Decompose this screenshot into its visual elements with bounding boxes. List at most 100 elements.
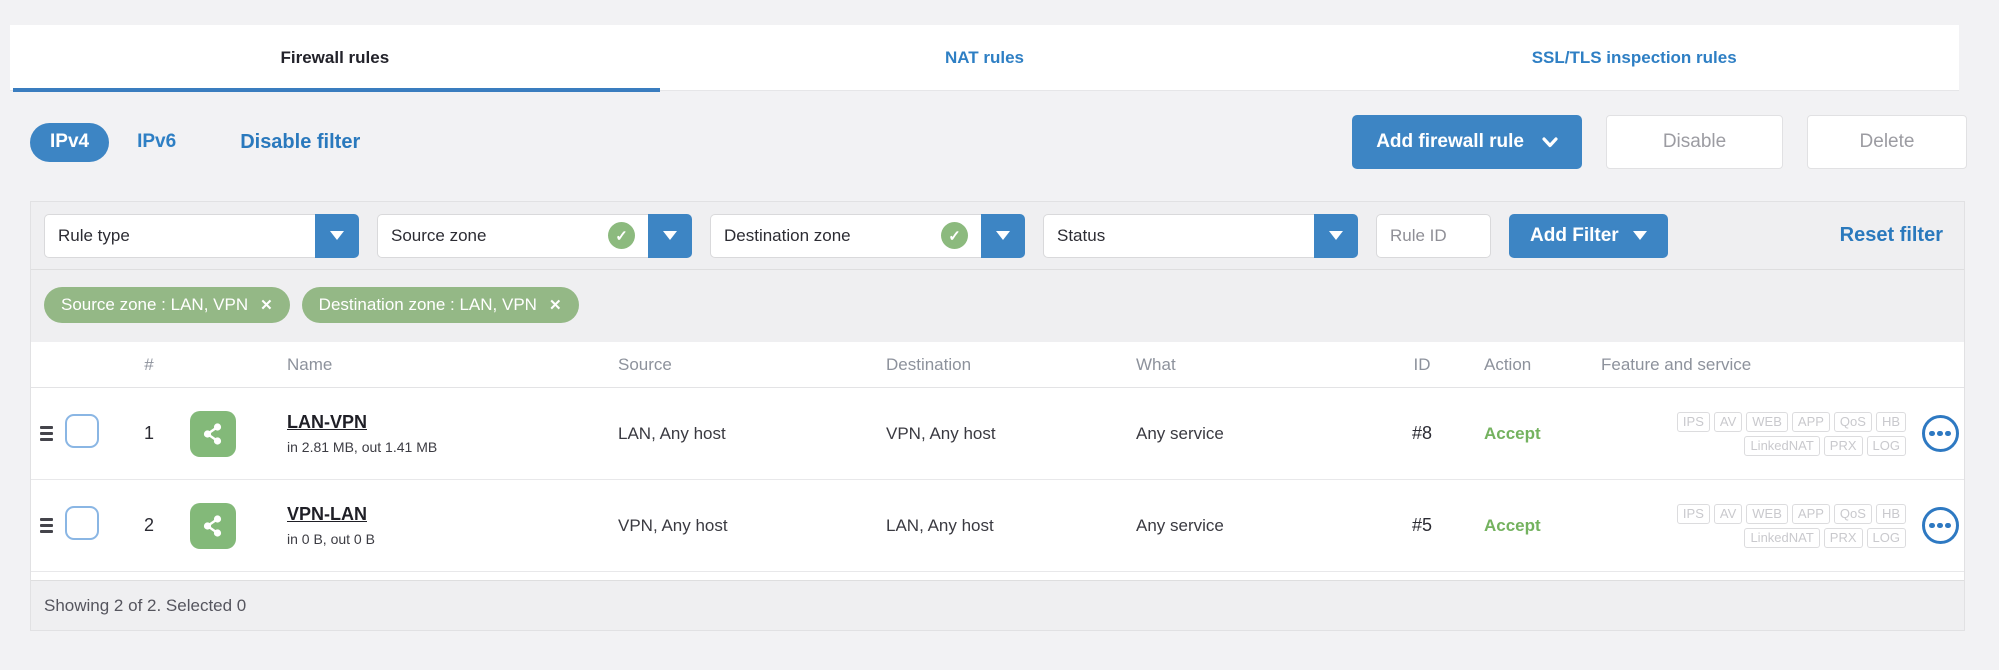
rule-type-dropdown-button[interactable]	[315, 213, 359, 258]
row-checkbox[interactable]	[65, 414, 99, 448]
filter-bar: Rule type Source zone ✓ Destination zone…	[31, 202, 1964, 270]
disable-button[interactable]: Disable	[1606, 115, 1783, 169]
rule-destination: LAN, Any host	[886, 515, 994, 535]
tab-firewall-rules[interactable]: Firewall rules	[10, 25, 660, 92]
share-icon	[203, 514, 222, 537]
tab-nat-rules[interactable]: NAT rules	[660, 25, 1310, 90]
remove-filter-icon[interactable]: ✕	[260, 296, 273, 314]
row-menu-ellipsis-icon[interactable]	[1921, 415, 1959, 452]
filter-applied-check-icon: ✓	[608, 222, 635, 249]
header-name: Name	[287, 354, 333, 374]
source-zone-dropdown-button[interactable]	[648, 213, 692, 258]
rule-action: Accept	[1484, 423, 1541, 443]
badge-ips: IPS	[1676, 411, 1710, 432]
rule-name-link[interactable]: LAN-VPN	[287, 412, 618, 433]
caret-down-icon	[330, 231, 344, 240]
badge-web: WEB	[1746, 411, 1788, 432]
rule-destination: VPN, Any host	[886, 423, 996, 443]
rule-id-input[interactable]	[1376, 213, 1491, 258]
destination-zone-dropdown-button[interactable]	[981, 213, 1025, 258]
reset-filter-link[interactable]: Reset filter	[1840, 224, 1951, 247]
badge-hb: HB	[1875, 411, 1906, 432]
table-row: 2 VPN-LAN in 0 B, out 0 B VPN, Any host …	[31, 480, 1964, 572]
feature-badges: IPS AV WEB APP QoS HB LinkedNAT PRX LOG	[1601, 503, 1906, 548]
filter-applied-check-icon: ✓	[941, 222, 968, 249]
badge-prx: PRX	[1823, 435, 1863, 456]
rule-share-icon[interactable]	[190, 410, 236, 457]
badge-prx: PRX	[1823, 527, 1863, 548]
rule-share-icon[interactable]	[190, 502, 236, 549]
chip-label: Destination zone : LAN, VPN	[318, 295, 537, 314]
rule-type-dropdown[interactable]: Rule type	[44, 213, 359, 258]
chevron-down-icon	[1542, 136, 1558, 147]
row-number: 2	[143, 515, 154, 535]
share-icon	[203, 422, 222, 445]
header-id: ID	[1413, 354, 1431, 374]
source-zone-dropdown[interactable]: Source zone ✓	[377, 213, 692, 258]
toolbar: IPv4 IPv6 Disable filter Add firewall ru…	[30, 115, 1967, 169]
badge-qos: QoS	[1833, 503, 1872, 524]
disable-filter-link[interactable]: Disable filter	[240, 131, 360, 154]
header-num: #	[144, 354, 154, 374]
badge-ips: IPS	[1676, 503, 1710, 524]
active-filter-chips: Source zone : LAN, VPN ✕ Destination zon…	[31, 270, 1964, 342]
showing-count-text: Showing 2 of 2. Selected 0	[44, 595, 247, 615]
add-filter-label: Add Filter	[1530, 224, 1619, 246]
row-checkbox[interactable]	[65, 506, 99, 540]
dropdown-text: Status	[1057, 225, 1106, 245]
header-feature: Feature and service	[1601, 354, 1752, 374]
dropdown-text: Source zone	[391, 225, 487, 245]
drag-handle[interactable]	[40, 518, 53, 533]
add-filter-button[interactable]: Add Filter	[1509, 213, 1668, 258]
rule-name-link[interactable]: VPN-LAN	[287, 504, 618, 525]
tab-ssl-tls-inspection-rules[interactable]: SSL/TLS inspection rules	[1309, 25, 1959, 90]
dropdown-text: Rule type	[58, 225, 130, 245]
rule-traffic: in 2.81 MB, out 1.41 MB	[287, 439, 438, 455]
badge-log: LOG	[1866, 435, 1906, 456]
feature-badges: IPS AV WEB APP QoS HB LinkedNAT PRX LOG	[1601, 411, 1906, 456]
dropdown-text: Destination zone	[724, 225, 851, 245]
header-destination: Destination	[886, 354, 972, 374]
rule-id: #5	[1411, 515, 1433, 535]
badge-linkednat: LinkedNAT	[1744, 435, 1820, 456]
status-dropdown[interactable]: Status	[1043, 213, 1358, 258]
status-dropdown-button[interactable]	[1314, 213, 1358, 258]
badge-web: WEB	[1746, 503, 1788, 524]
rule-action: Accept	[1484, 515, 1541, 535]
rule-source: VPN, Any host	[618, 515, 728, 535]
firewall-rules-panel: Rule type Source zone ✓ Destination zone…	[30, 201, 1965, 631]
rule-type-dropdown-label: Rule type	[44, 213, 315, 258]
status-dropdown-label: Status	[1043, 213, 1314, 258]
badge-app: APP	[1791, 503, 1830, 524]
row-number: 1	[143, 423, 154, 443]
caret-down-icon	[996, 231, 1010, 240]
caret-down-icon	[1632, 231, 1647, 240]
table-header: # Name Source Destination What ID Action…	[31, 342, 1964, 388]
delete-button[interactable]: Delete	[1807, 115, 1967, 169]
row-menu-ellipsis-icon[interactable]	[1921, 507, 1959, 544]
caret-down-icon	[1329, 231, 1343, 240]
badge-av: AV	[1713, 411, 1743, 432]
destination-zone-dropdown[interactable]: Destination zone ✓	[710, 213, 1025, 258]
destination-zone-filter-chip: Destination zone : LAN, VPN ✕	[301, 287, 579, 323]
rule-source: LAN, Any host	[618, 423, 726, 443]
ipv6-toggle[interactable]: IPv6	[137, 131, 176, 153]
rule-traffic: in 0 B, out 0 B	[287, 531, 375, 547]
header-what: What	[1136, 354, 1176, 374]
rule-what: Any service	[1136, 515, 1224, 535]
badge-hb: HB	[1875, 503, 1906, 524]
badge-qos: QoS	[1833, 411, 1872, 432]
remove-filter-icon[interactable]: ✕	[549, 296, 562, 314]
header-action: Action	[1484, 354, 1532, 374]
add-firewall-rule-button[interactable]: Add firewall rule	[1352, 115, 1582, 169]
ipv4-toggle[interactable]: IPv4	[30, 122, 110, 162]
table-row: 1 LAN-VPN in 2.81 MB, out 1.41 MB LAN, A…	[31, 388, 1964, 480]
badge-app: APP	[1791, 411, 1830, 432]
rule-what: Any service	[1136, 423, 1224, 443]
destination-zone-dropdown-label: Destination zone ✓	[710, 213, 981, 258]
header-source: Source	[618, 354, 672, 374]
badge-log: LOG	[1866, 527, 1906, 548]
table-footer: Showing 2 of 2. Selected 0	[31, 580, 1964, 630]
drag-handle[interactable]	[40, 426, 53, 441]
add-firewall-rule-label: Add firewall rule	[1376, 131, 1524, 152]
